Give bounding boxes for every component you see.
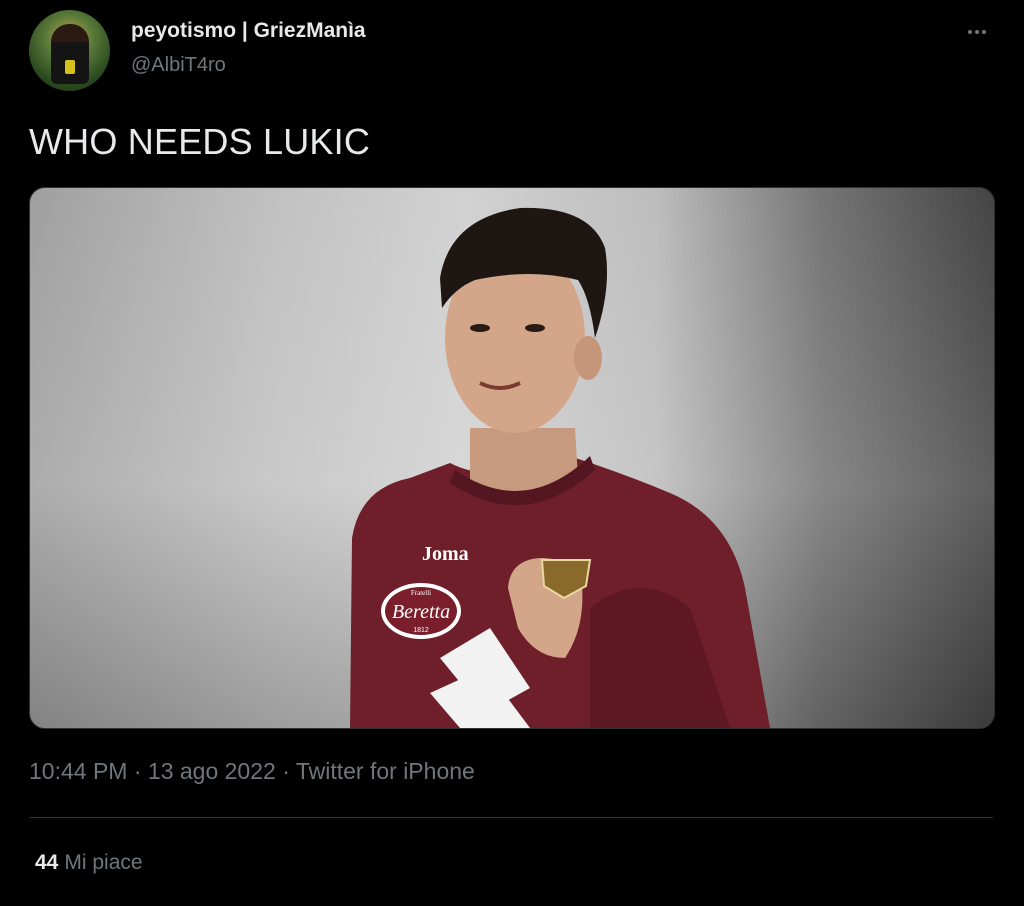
tweet-media-image[interactable]: Joma Fratelli Beretta 1812 [29, 187, 995, 729]
avatar[interactable] [29, 10, 110, 91]
likes-label: Mi piace [64, 851, 143, 874]
player-eye [525, 324, 545, 332]
sponsor-joma-text: Joma [422, 543, 469, 565]
player-eye [470, 324, 490, 332]
meta-separator: · [275, 758, 296, 784]
more-dot-icon [975, 30, 979, 34]
likes-link[interactable]: 44 Mi piace [35, 851, 143, 875]
display-name[interactable]: peyotismo | GriezManìa [131, 19, 366, 43]
sponsor-beretta-text: Beretta [392, 601, 450, 623]
meta-separator: · [127, 758, 148, 784]
player-photo: Joma Fratelli Beretta 1812 [350, 207, 770, 728]
tweet-source[interactable]: Twitter for iPhone [296, 758, 475, 784]
user-handle[interactable]: @AlbiT4ro [131, 54, 226, 77]
more-dot-icon [968, 30, 972, 34]
sponsor-year-text: 1812 [413, 627, 429, 634]
player-ear [574, 336, 602, 380]
more-options-button[interactable] [960, 20, 994, 44]
tweet-text: WHO NEEDS LUKIC [29, 121, 371, 162]
sponsor-fratelli-text: Fratelli [411, 589, 431, 597]
tweet-meta: 10:44 PM · 13 ago 2022 · Twitter for iPh… [29, 758, 475, 785]
avatar-badge [65, 60, 75, 74]
more-dot-icon [982, 30, 986, 34]
avatar-figure [51, 24, 89, 84]
divider [29, 817, 993, 818]
tweet-date[interactable]: 13 ago 2022 [148, 758, 276, 784]
tweet-time[interactable]: 10:44 PM [29, 758, 127, 784]
likes-count: 44 [35, 851, 59, 874]
